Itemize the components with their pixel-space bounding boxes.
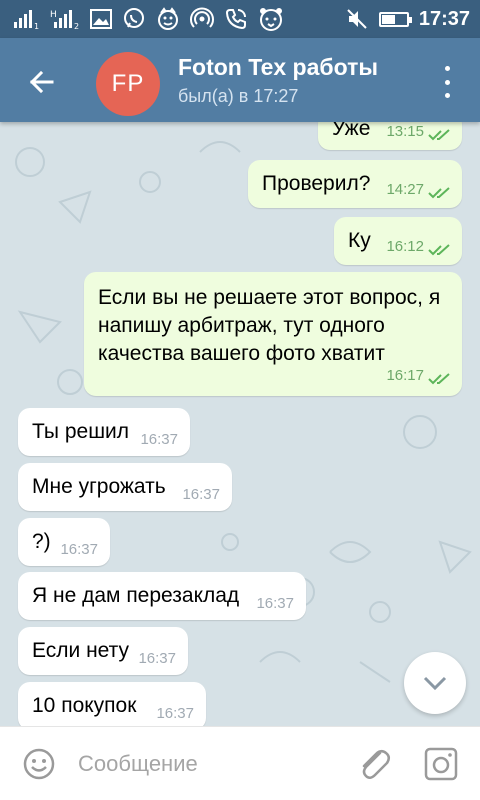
back-button[interactable]: [22, 62, 62, 102]
system-icons: 17:37: [345, 6, 470, 32]
read-checkmarks-icon: [428, 124, 452, 141]
message-text: Мне угрожать: [32, 473, 166, 501]
outgoing-message[interactable]: Ку 16:12: [334, 217, 462, 265]
message-line: Я не дам перезаклад: [32, 584, 240, 607]
camera-icon: [424, 747, 458, 781]
status-bar: 1 H2 17:37: [0, 0, 480, 38]
message-line: Ты решил: [32, 420, 130, 443]
chat-title[interactable]: Foton Tex работы: [178, 54, 378, 81]
mute-icon: [347, 9, 367, 29]
status-time: 17:37: [418, 7, 470, 30]
emoji-app-icon: [158, 7, 178, 30]
svg-text:1: 1: [34, 22, 39, 30]
message-line: напишу арбитраж, тут одного: [98, 314, 385, 337]
camera-button[interactable]: [424, 747, 458, 781]
message-line: качества вашего фото хватит: [98, 342, 385, 365]
attach-button[interactable]: [356, 745, 392, 783]
outgoing-message[interactable]: Если вы не решаете этот вопрос, я напишу …: [84, 272, 462, 396]
viber-icon: [124, 8, 144, 28]
message-line: Уже: [332, 122, 371, 140]
message-text: Проверил?: [262, 170, 370, 198]
emoji-button[interactable]: [22, 747, 56, 781]
incoming-message[interactable]: Ты решил 16:37: [18, 408, 190, 456]
message-line: Если нету: [32, 639, 130, 662]
incoming-message[interactable]: Если нету 16:37: [18, 627, 188, 675]
message-line: 10 покупок: [32, 694, 137, 717]
avatar-initials: FP: [111, 70, 145, 97]
message-time: 16:17: [386, 367, 424, 384]
chevron-down-icon: [423, 676, 447, 691]
more-menu-button[interactable]: [442, 66, 452, 98]
incoming-message[interactable]: 10 покупок 16:37: [18, 682, 206, 726]
message-text: Ку: [348, 227, 371, 255]
paperclip-icon: [362, 750, 390, 779]
message-time: 16:37: [138, 650, 176, 667]
message-text: Если вы не решаете этот вопрос, я напишу …: [98, 284, 440, 368]
hotspot-icon: [190, 7, 214, 28]
signal-h-icon: H2: [50, 10, 79, 30]
svg-text:H: H: [50, 10, 57, 20]
message-time: 16:37: [182, 486, 220, 503]
scroll-down-button[interactable]: [404, 652, 466, 714]
message-line: ?): [32, 530, 51, 553]
message-text: Я не дам перезаклад: [32, 582, 239, 610]
incoming-message[interactable]: Я не дам перезаклад 16:37: [18, 572, 306, 620]
message-text: Если нету: [32, 637, 129, 665]
message-input[interactable]: [78, 747, 338, 781]
chat-last-seen: был(а) в 17:27: [178, 86, 299, 106]
message-time: 14:27: [386, 181, 424, 198]
back-arrow-icon: [29, 70, 54, 94]
image-icon: [90, 9, 112, 29]
message-line: Если вы не решаете этот вопрос, я: [98, 286, 441, 309]
read-checkmarks-icon: [428, 239, 452, 256]
message-time: 16:37: [256, 595, 294, 612]
message-time: 16:37: [60, 541, 98, 558]
incoming-message[interactable]: ?) 16:37: [18, 518, 110, 566]
message-time: 16:37: [140, 431, 178, 448]
message-text: Уже: [332, 122, 370, 143]
read-checkmarks-icon: [428, 368, 452, 385]
outgoing-message[interactable]: Проверил? 14:27: [248, 160, 462, 208]
message-text: Ты решил: [32, 418, 129, 446]
message-line: Ку: [348, 229, 371, 252]
read-checkmarks-icon: [428, 182, 452, 199]
message-time: 13:15: [386, 123, 424, 140]
message-line: Проверил?: [262, 172, 371, 195]
battery-icon: [378, 11, 412, 27]
tiger-app-icon: [260, 8, 282, 31]
chat-header: FP Foton Tex работы был(а) в 17:27: [0, 38, 480, 122]
message-list[interactable]: Уже 13:15 Проверил? 14:27 Ку 16:12 Если вы не …: [0, 122, 480, 726]
message-text: 10 покупок: [32, 692, 136, 720]
outgoing-message[interactable]: Уже 13:15: [318, 122, 462, 150]
message-time: 16:37: [156, 705, 194, 722]
phone-icon: [225, 9, 246, 30]
smiley-icon: [23, 748, 55, 780]
incoming-message[interactable]: Мне угрожать 16:37: [18, 463, 232, 511]
message-text: ?): [32, 528, 51, 556]
avatar[interactable]: FP: [96, 52, 160, 116]
notification-icons: 1 H2: [12, 6, 284, 32]
signal-icon: 1: [14, 10, 39, 30]
message-time: 16:12: [386, 238, 424, 255]
svg-text:2: 2: [74, 22, 79, 30]
message-line: Мне угрожать: [32, 475, 166, 498]
message-composer: [0, 726, 480, 800]
